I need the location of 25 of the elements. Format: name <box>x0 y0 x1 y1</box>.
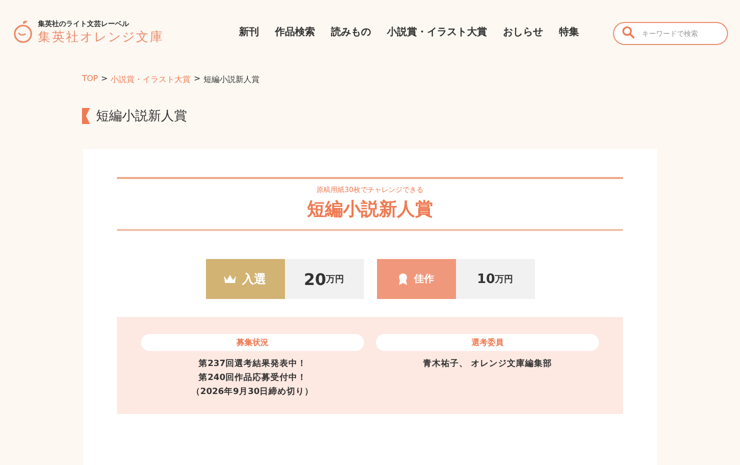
prize-amount: 10万円 <box>456 259 534 299</box>
prize-label: 佳作 <box>376 259 456 299</box>
nav-link[interactable]: 小説賞・イラスト大賞 <box>387 25 487 39</box>
award-title: 短編小説新人賞 <box>307 198 433 221</box>
ribbon-icon <box>82 108 90 124</box>
breadcrumb-separator: > <box>194 74 200 85</box>
page-title: 短編小説新人賞 <box>96 108 187 125</box>
info-heading: 選考委員 <box>376 334 599 351</box>
prize-label: 入選 <box>206 259 284 299</box>
nav-link[interactable]: 特集 <box>559 25 579 39</box>
nav-link[interactable]: 新刊 <box>239 25 259 39</box>
breadcrumb-separator: > <box>101 74 108 85</box>
nav-link[interactable]: おしらせ <box>503 25 543 39</box>
medal-icon <box>398 273 408 285</box>
crown-icon <box>224 274 236 284</box>
info-text: 第240回作品応募受付中！ <box>198 372 306 385</box>
info-heading: 募集状況 <box>141 334 364 351</box>
info-text: （2026年9月30日締め切り） <box>191 386 314 399</box>
current-page-label: 短編小説新人賞 <box>203 74 260 85</box>
fruit-logo-icon <box>12 20 34 44</box>
search-icon <box>622 26 635 38</box>
info-text: 第237回選考結果発表中！ <box>198 358 306 371</box>
info-text: 青木祐子、 オレンジ文庫編集部 <box>423 358 552 371</box>
nav-link[interactable]: 読みもの <box>331 25 371 39</box>
nav-link[interactable]: 作品検索 <box>275 25 315 39</box>
